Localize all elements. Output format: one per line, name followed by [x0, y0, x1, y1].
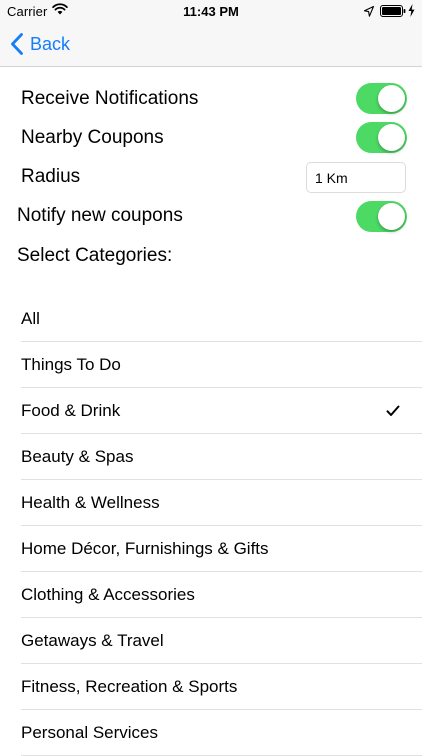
category-row-all[interactable]: All	[0, 296, 422, 342]
category-label: Beauty & Spas	[21, 447, 134, 466]
category-row-things-to-do[interactable]: Things To Do	[0, 342, 422, 388]
receive-notifications-row: Receive Notifications	[21, 83, 198, 115]
nearby-coupons-label: Nearby Coupons	[21, 127, 164, 148]
receive-notifications-label: Receive Notifications	[21, 88, 199, 109]
select-categories-heading: Select Categories:	[17, 245, 173, 266]
category-label: Health & Wellness	[21, 493, 160, 512]
category-list: All Things To Do Food & Drink Beauty & S…	[0, 296, 422, 756]
radius-row: Radius	[21, 161, 80, 193]
category-label: Fitness, Recreation & Sports	[21, 677, 238, 696]
category-label: All	[21, 309, 40, 328]
category-row-fitness-recreation-sports[interactable]: Fitness, Recreation & Sports	[0, 664, 422, 710]
receive-notifications-toggle[interactable]	[356, 83, 407, 114]
location-arrow-icon	[363, 5, 375, 20]
category-row-home-decor[interactable]: Home Décor, Furnishings & Gifts	[0, 526, 422, 572]
status-bar: Carrier 11:43 PM	[0, 0, 422, 22]
checkmark-icon	[386, 404, 400, 422]
status-time: 11:43 PM	[183, 4, 239, 19]
category-label: Personal Services	[21, 723, 159, 742]
category-row-personal-services[interactable]: Personal Services	[0, 710, 422, 756]
notify-new-coupons-row: Notify new coupons	[17, 200, 183, 232]
back-button-label: Back	[30, 33, 71, 54]
category-row-beauty-spas[interactable]: Beauty & Spas	[0, 434, 422, 480]
radius-input[interactable]	[306, 162, 406, 193]
category-label: Getaways & Travel	[21, 631, 164, 650]
toggle-knob	[378, 85, 405, 112]
category-label: Things To Do	[21, 355, 121, 374]
category-label: Food & Drink	[21, 401, 121, 420]
back-button[interactable]: Back	[10, 30, 70, 58]
charging-bolt-icon	[408, 4, 415, 20]
category-row-clothing-accessories[interactable]: Clothing & Accessories	[0, 572, 422, 618]
chevron-left-icon	[10, 33, 24, 55]
toggle-knob	[378, 124, 405, 151]
category-label: Home Décor, Furnishings & Gifts	[21, 539, 269, 558]
notify-new-coupons-label: Notify new coupons	[17, 205, 183, 226]
nearby-coupons-row: Nearby Coupons	[21, 122, 164, 154]
notify-new-coupons-toggle[interactable]	[356, 201, 407, 232]
category-label: Clothing & Accessories	[21, 585, 195, 604]
battery-icon	[380, 5, 407, 20]
radius-label: Radius	[21, 166, 81, 187]
category-row-health-wellness[interactable]: Health & Wellness	[0, 480, 422, 526]
category-row-food-drink[interactable]: Food & Drink	[0, 388, 422, 434]
nearby-coupons-toggle[interactable]	[356, 122, 407, 153]
toggle-knob	[378, 203, 405, 230]
category-row-getaways-travel[interactable]: Getaways & Travel	[0, 618, 422, 664]
navigation-bar: Carrier 11:43 PM Back	[0, 0, 422, 67]
select-categories-heading-row: Select Categories:	[17, 240, 172, 272]
